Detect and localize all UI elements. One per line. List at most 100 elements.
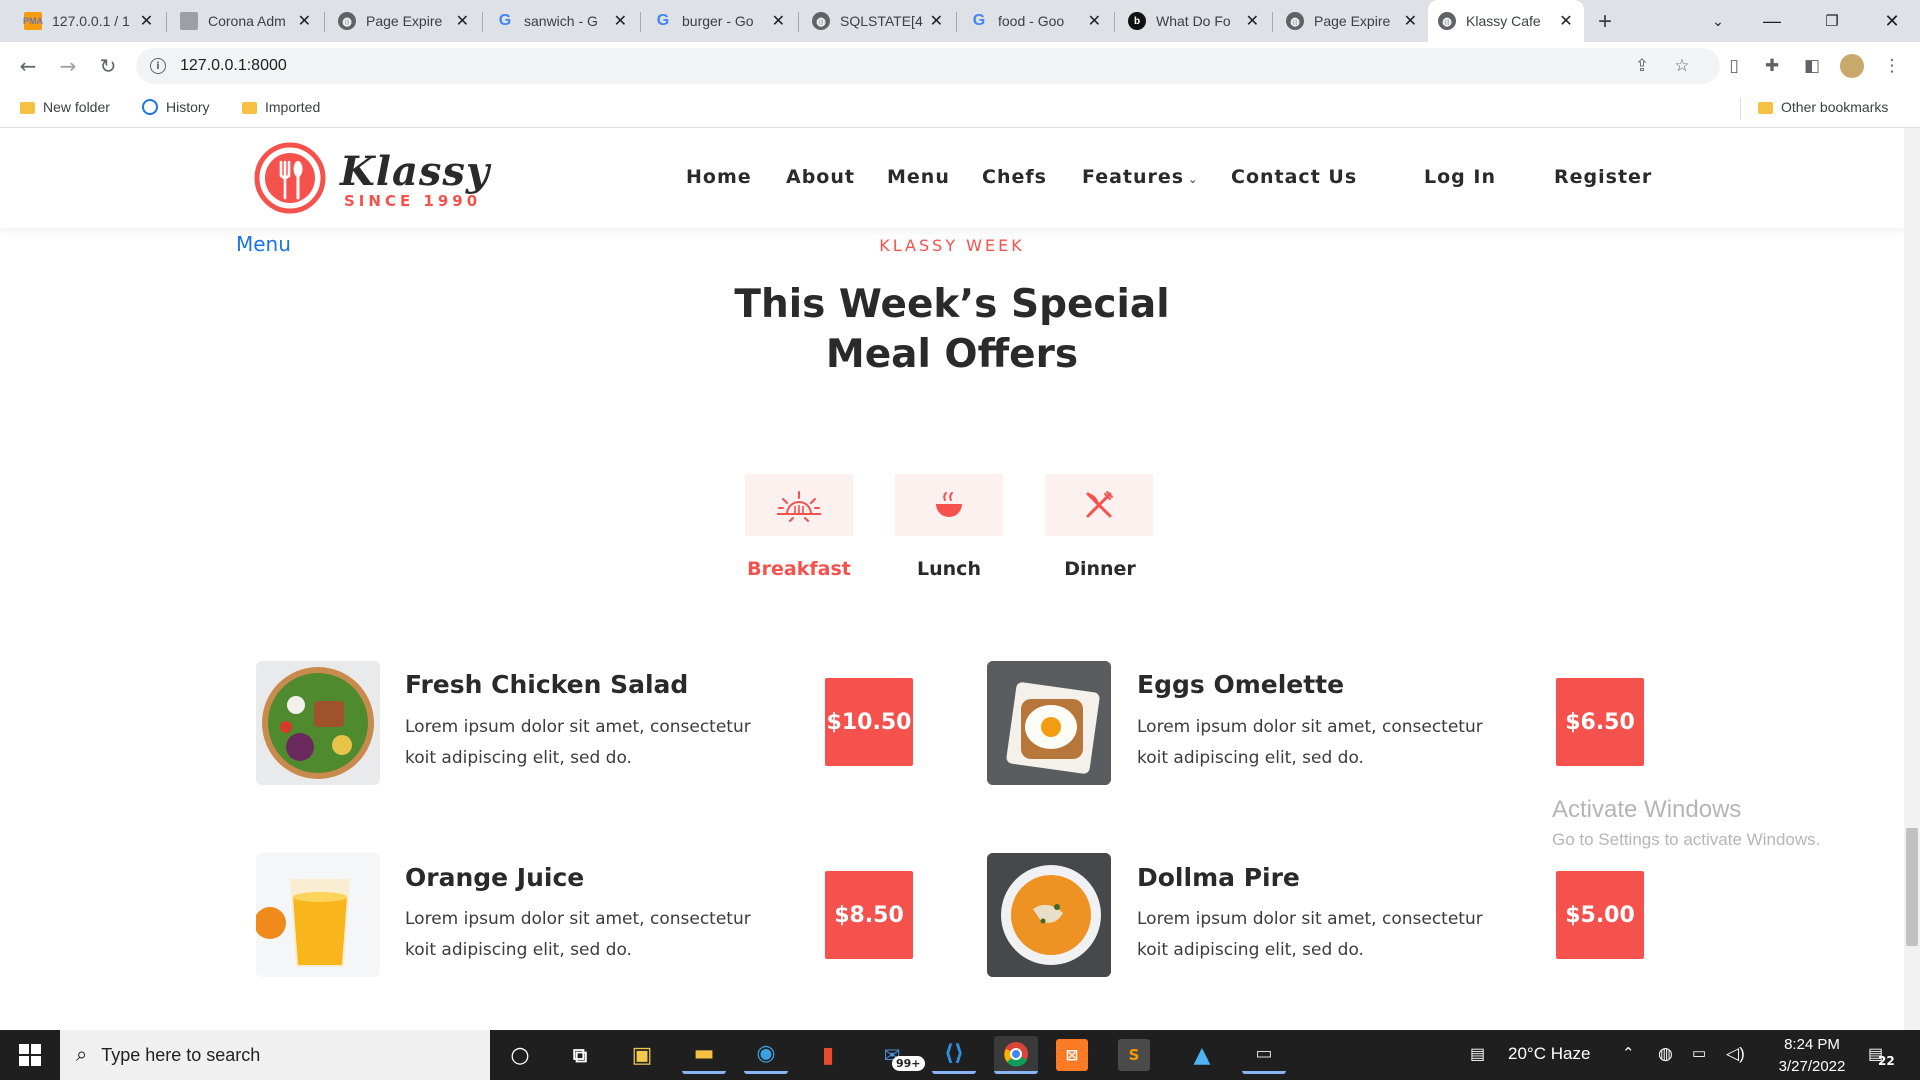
taskbar-search-box[interactable]: ⌕ Type here to search <box>60 1030 490 1080</box>
close-icon[interactable]: ✕ <box>297 11 312 31</box>
photos-icon[interactable]: ▲ <box>1180 1036 1224 1074</box>
page-icon <box>180 12 198 30</box>
price-badge: $6.50 <box>1556 678 1644 766</box>
close-icon[interactable]: ✕ <box>1558 11 1574 31</box>
folder-icon <box>20 102 35 114</box>
extensions-icon[interactable]: ✚ <box>1760 54 1784 78</box>
scrollbar-thumb[interactable] <box>1906 828 1918 946</box>
tab-corona-admin[interactable]: Corona Adm ✕ <box>170 0 322 42</box>
reload-button[interactable]: ↻ <box>94 52 122 80</box>
tab-sanwich-search[interactable]: G sanwich - G ✕ <box>486 0 638 42</box>
nav-about[interactable]: About <box>786 166 855 188</box>
site-header: Klassy SINCE 1990 Home About Menu Chefs … <box>0 128 1904 228</box>
close-icon[interactable]: ✕ <box>613 11 628 31</box>
edge-icon[interactable]: ◉ <box>744 1036 788 1074</box>
notification-count: 22 <box>1878 1054 1895 1068</box>
tab-page-expired[interactable]: ◍ Page Expire ✕ <box>328 0 480 42</box>
logo-icon[interactable] <box>254 142 326 214</box>
logo-wordmark[interactable]: Klassy <box>340 148 490 195</box>
restore-button[interactable]: ❐ <box>1802 0 1862 42</box>
bookmark-history[interactable]: History <box>142 99 210 115</box>
profile-avatar[interactable] <box>1840 54 1864 78</box>
nav-home[interactable]: Home <box>686 166 752 188</box>
xampp-icon[interactable]: ⊠ <box>1056 1039 1088 1071</box>
start-button[interactable] <box>0 1030 60 1080</box>
tab-separator <box>482 12 483 32</box>
activation-watermark: Activate Windows <box>1552 796 1742 823</box>
task-view-icon[interactable]: ⧉ <box>558 1036 602 1074</box>
close-icon[interactable]: ✕ <box>1403 11 1418 31</box>
back-button[interactable]: ← <box>14 52 42 80</box>
minimize-button[interactable]: — <box>1742 0 1802 42</box>
tab-sqlstate[interactable]: ◍ SQLSTATE[4 ✕ <box>802 0 954 42</box>
battery-icon[interactable]: ▭ <box>1692 1044 1706 1062</box>
share-icon[interactable]: ⇪ <box>1630 54 1654 78</box>
tab-lunch-label[interactable]: Lunch <box>879 558 1019 580</box>
close-icon[interactable]: ✕ <box>455 11 470 31</box>
tab-page-expired-2[interactable]: ◍ Page Expire ✕ <box>1276 0 1428 42</box>
new-tab-button[interactable]: + <box>1598 8 1612 36</box>
nav-login[interactable]: Log In <box>1424 166 1496 188</box>
side-panel-icon[interactable]: ◧ <box>1800 54 1824 78</box>
bookmark-star-icon[interactable]: ☆ <box>1670 54 1694 78</box>
logo-tagline: SINCE 1990 <box>344 192 482 210</box>
bookmark-new-folder[interactable]: New folder <box>20 99 110 115</box>
tab-burger-search[interactable]: G burger - Go ✕ <box>644 0 796 42</box>
nav-features[interactable]: Features ⌄ <box>1082 166 1198 188</box>
nav-register[interactable]: Register <box>1554 166 1652 188</box>
tab-klassy-cafe[interactable]: ◍ Klassy Cafe ✕ <box>1428 0 1584 42</box>
close-window-button[interactable]: ✕ <box>1862 0 1920 42</box>
bookmark-other[interactable]: Other bookmarks <box>1758 99 1888 115</box>
vscode-icon[interactable]: ⟨⟩ <box>932 1036 976 1074</box>
tab-search-chevron-icon[interactable]: ⌄ <box>1688 0 1748 42</box>
globe-icon[interactable]: ◍ <box>1658 1044 1673 1064</box>
more-menu-icon[interactable]: ⋮ <box>1880 54 1904 78</box>
site-info-icon[interactable]: i <box>150 58 166 74</box>
phpmyadmin-icon: PMA <box>23 12 43 30</box>
close-icon[interactable]: ✕ <box>139 11 154 31</box>
mail-icon[interactable]: ✉ 99+ <box>870 1036 925 1074</box>
eggs-omelette-image <box>987 661 1111 785</box>
globe-icon: ◍ <box>1286 12 1304 30</box>
forward-button[interactable]: → <box>54 52 82 80</box>
tab-what-do-food[interactable]: b What Do Fo ✕ <box>1118 0 1270 42</box>
browser-tab-strip: PMA 127.0.0.1 / 1 ✕ Corona Adm ✕ ◍ Page … <box>0 0 1920 42</box>
tab-breakfast-label[interactable]: Breakfast <box>729 558 869 580</box>
tab-dinner[interactable] <box>1045 474 1153 536</box>
tab-dinner-label[interactable]: Dinner <box>1030 558 1170 580</box>
tab-food-search[interactable]: G food - Goo ✕ <box>960 0 1112 42</box>
url-bar[interactable]: i 127.0.0.1:8000 <box>136 48 1720 84</box>
tab-phpmyadmin[interactable]: PMA 127.0.0.1 / 1 ✕ <box>14 0 164 42</box>
weather-text[interactable]: 20°C Haze <box>1508 1044 1590 1064</box>
chrome-icon[interactable] <box>994 1036 1038 1074</box>
chevron-up-icon[interactable]: ⌃ <box>1622 1044 1635 1062</box>
nav-contact[interactable]: Contact Us <box>1231 166 1357 188</box>
clipboard-icon[interactable]: ▯ <box>1722 54 1746 78</box>
clock-date: 3/27/2022 <box>1778 1058 1846 1075</box>
nav-menu[interactable]: Menu <box>887 166 950 188</box>
history-icon <box>142 99 158 115</box>
terminal-icon[interactable]: ▭ <box>1242 1036 1286 1074</box>
store-icon[interactable]: ▣ <box>620 1036 664 1074</box>
system-clock[interactable]: 8:24 PM 3/27/2022 <box>1762 1034 1862 1078</box>
item-name: Eggs Omelette <box>1137 670 1345 699</box>
tab-lunch[interactable] <box>895 474 1003 536</box>
search-icon: ⌕ <box>76 1043 88 1066</box>
sublime-icon[interactable]: S <box>1118 1039 1150 1071</box>
close-icon[interactable]: ✕ <box>1087 11 1102 31</box>
close-icon[interactable]: ✕ <box>1245 11 1260 31</box>
close-icon[interactable]: ✕ <box>771 11 786 31</box>
file-explorer-icon[interactable]: ▬ <box>682 1036 726 1074</box>
office-icon[interactable]: ▮ <box>806 1036 850 1074</box>
weather-icon[interactable]: ▤ <box>1470 1044 1485 1064</box>
tab-breakfast[interactable] <box>745 474 853 536</box>
nav-chefs[interactable]: Chefs <box>982 166 1047 188</box>
cortana-icon[interactable]: ○ <box>498 1036 542 1074</box>
globe-icon: ◍ <box>1438 12 1456 30</box>
close-icon[interactable]: ✕ <box>929 11 944 31</box>
url-text: 127.0.0.1:8000 <box>180 57 287 74</box>
section-kicker: KLASSY WEEK <box>879 236 1025 255</box>
bookmark-imported[interactable]: Imported <box>242 99 320 115</box>
notifications-icon[interactable]: ▤ 22 <box>1868 1044 1895 1068</box>
volume-icon[interactable]: ◁) <box>1726 1044 1745 1064</box>
